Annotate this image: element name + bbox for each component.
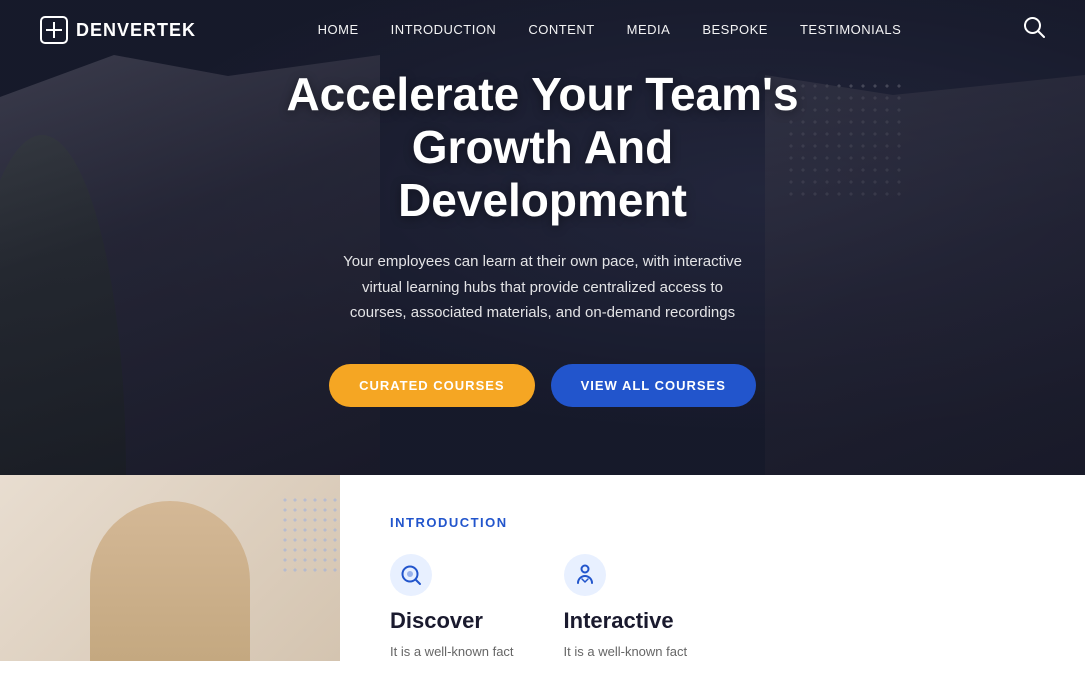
feature-discover: Discover It is a well-known fact — [390, 554, 514, 663]
intro-dots-decoration — [280, 495, 340, 575]
intro-section-label: INTRODUCTION — [390, 515, 1035, 530]
brand-logo[interactable]: DENVERTEK — [40, 16, 196, 44]
nav-item-bespoke[interactable]: BESPOKE — [702, 21, 768, 39]
nav-link-bespoke[interactable]: BESPOKE — [702, 22, 768, 37]
intro-section: INTRODUCTION Discover It is a well-known… — [0, 475, 1085, 693]
nav-link-testimonials[interactable]: TESTIMONIALS — [800, 22, 901, 37]
intro-image — [0, 475, 340, 661]
hero-content: Accelerate Your Team's Growth And Develo… — [243, 68, 843, 406]
brand-name: DENVERTEK — [76, 20, 196, 41]
search-icon[interactable] — [1023, 16, 1045, 44]
feature-interactive: Interactive It is a well-known fact — [564, 554, 688, 663]
nav-links: HOME INTRODUCTION CONTENT MEDIA BESPOKE … — [318, 21, 902, 39]
nav-item-content[interactable]: CONTENT — [528, 21, 594, 39]
intro-person-image — [90, 501, 250, 661]
nav-link-media[interactable]: MEDIA — [627, 22, 671, 37]
hero-buttons: CURATED COURSES VIEW ALL COURSES — [263, 364, 823, 407]
nav-item-media[interactable]: MEDIA — [627, 21, 671, 39]
interactive-icon — [564, 554, 606, 596]
nav-link-home[interactable]: HOME — [318, 22, 359, 37]
feature-interactive-desc: It is a well-known fact — [564, 642, 688, 663]
intro-content: INTRODUCTION Discover It is a well-known… — [340, 475, 1085, 693]
feature-discover-title: Discover — [390, 608, 514, 634]
intro-features: Discover It is a well-known fact Interac… — [390, 554, 1035, 663]
hero-section: Accelerate Your Team's Growth And Develo… — [0, 0, 1085, 475]
nav-link-introduction[interactable]: INTRODUCTION — [391, 22, 497, 37]
nav-item-testimonials[interactable]: TESTIMONIALS — [800, 21, 901, 39]
hero-subtitle: Your employees can learn at their own pa… — [333, 249, 753, 326]
feature-discover-desc: It is a well-known fact — [390, 642, 514, 663]
hero-title: Accelerate Your Team's Growth And Develo… — [263, 68, 823, 227]
feature-interactive-title: Interactive — [564, 608, 688, 634]
logo-icon — [40, 16, 68, 44]
discover-icon — [390, 554, 432, 596]
view-all-courses-button[interactable]: VIEW ALL COURSES — [551, 364, 756, 407]
curated-courses-button[interactable]: CURATED COURSES — [329, 364, 535, 407]
nav-link-content[interactable]: CONTENT — [528, 22, 594, 37]
nav-item-introduction[interactable]: INTRODUCTION — [391, 21, 497, 39]
nav-item-home[interactable]: HOME — [318, 21, 359, 39]
navigation: DENVERTEK HOME INTRODUCTION CONTENT MEDI… — [0, 0, 1085, 60]
